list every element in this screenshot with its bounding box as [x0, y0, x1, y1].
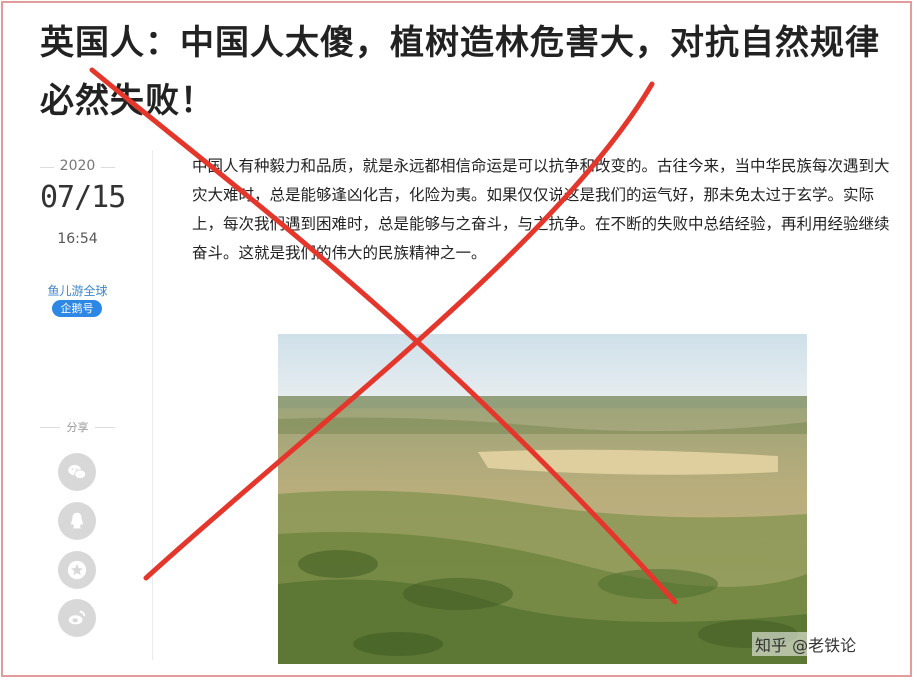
share-qq-button[interactable]: [58, 502, 96, 540]
share-favorite-button[interactable]: [58, 551, 96, 589]
publish-date: 07/15: [40, 180, 126, 215]
author-link[interactable]: 鱼儿游全球: [40, 282, 115, 299]
wechat-icon: [68, 465, 87, 480]
article-paragraph: 中国人有种毅力和品质，就是永远都相信命运是可以抗争和改变的。古往今来，当中华民族…: [192, 157, 890, 262]
star-icon: [67, 560, 87, 580]
zhihu-watermark: 知乎 @老铁论: [752, 632, 860, 656]
share-weibo-button[interactable]: [58, 599, 96, 637]
column-divider: [152, 150, 153, 660]
qq-icon: [71, 512, 83, 529]
grassland-landscape-image: [278, 334, 807, 664]
publish-year: 2020: [40, 158, 115, 174]
article-photo: [278, 334, 807, 664]
share-wechat-button[interactable]: [58, 453, 96, 491]
source-badge[interactable]: 企鹅号: [52, 300, 102, 317]
weibo-icon: [68, 610, 86, 625]
publish-time: 16:54: [57, 231, 98, 247]
share-label: 分享: [40, 419, 115, 435]
article-title: 英国人：中国人太傻，植树造林危害大，对抗自然规律必然失败！: [40, 23, 880, 121]
